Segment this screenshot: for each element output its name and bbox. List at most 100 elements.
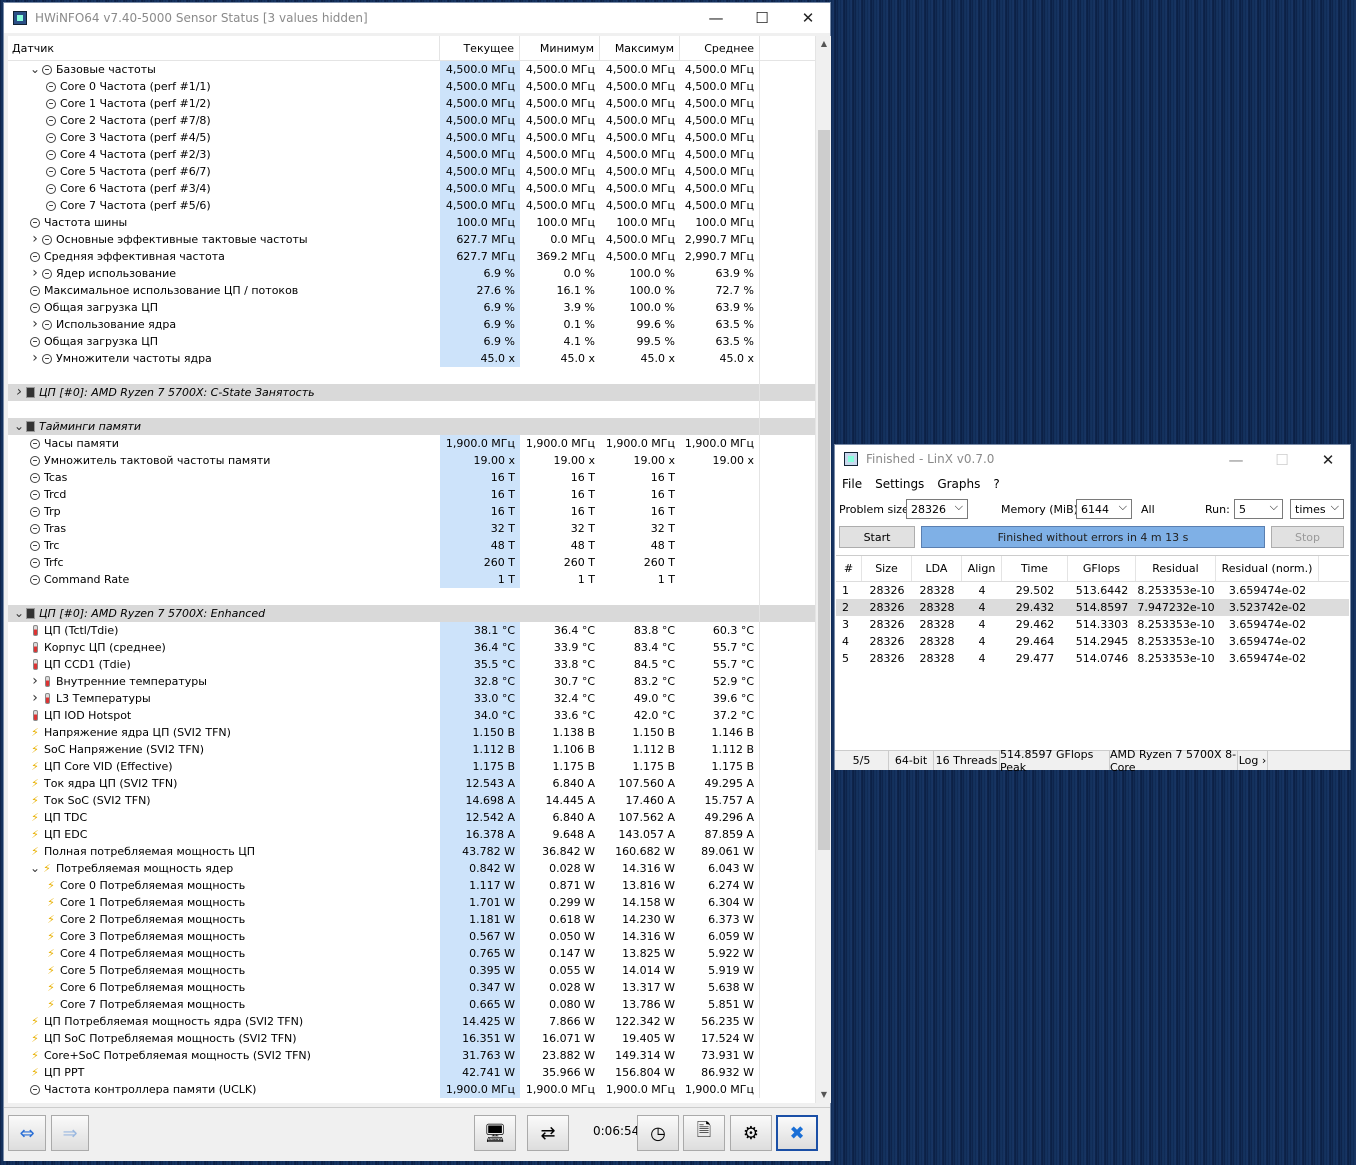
sensor-row[interactable]: ⚡ Ток ядра ЦП (SVI2 TFN) 12.543 A 6.840 A 10… [8,775,815,792]
results-table[interactable]: # Size LDA Align Time GFlops Residual Residual … [836,555,1349,751]
col-header-sensor[interactable]: Датчик [8,36,440,60]
sensor-row[interactable]: › Основные эффективные тактовые частоты 62… [8,231,815,248]
sensor-row[interactable]: Trp 16 T 16 T 16 T [8,503,815,520]
sensor-row[interactable]: Часы памяти 1,900.0 МГц 1,900.0 МГц 1,900.0… [8,435,815,452]
sensor-row[interactable]: Корпус ЦП (среднее) 36.4 °C 33.9 °C 83.4 °C… [8,639,815,656]
sensor-row[interactable]: ⚡ ЦП Core VID (Effective) 1.175 В 1.175 В 1.… [8,758,815,775]
close-app-icon[interactable]: ✖ [776,1115,818,1151]
minimize-button[interactable]: — [693,3,739,33]
sensor-row[interactable]: ЦП (Tctl/Tdie) 38.1 °C 36.4 °C 83.8 °C 60.3 … [8,622,815,639]
linx-minimize-button[interactable]: — [1213,445,1259,475]
sensor-row[interactable]: Core 0 Частота (perf #1/1) 4,500.0 МГц 4,5… [8,78,815,95]
sensor-row[interactable]: ⚡ Core 4 Потребляемая мощность 0.765 W 0.14… [8,945,815,962]
nav-arrows-disabled-icon[interactable]: ⇒ [51,1115,89,1151]
expand-chevron-icon[interactable]: › [28,690,42,707]
sensor-row[interactable]: ⚡ Core 3 Потребляемая мощность 0.567 W 0.05… [8,928,815,945]
sensor-row[interactable]: › L3 Температуры 33.0 °C 32.4 °C 49.0 °C 39.6… [8,690,815,707]
collapse-chevron-icon[interactable]: ⌄ [28,860,42,877]
results-col-header[interactable]: GFlops [1068,556,1136,581]
collapse-chevron-icon[interactable]: ⌄ [28,61,42,78]
menu-help[interactable]: ? [993,477,999,491]
linx-maximize-button[interactable]: ☐ [1259,445,1305,475]
sensor-group-row[interactable]: ⌄ ЦП [#0]: AMD Ryzen 7 5700X: Enhanced [8,605,815,622]
sensor-row[interactable]: › Внутренние температуры 32.8 °C 30.7 °C 83.… [8,673,815,690]
results-col-header[interactable]: Residual [1136,556,1216,581]
sensor-row[interactable]: ⚡ Ток SoC (SVI2 TFN) 14.698 A 14.445 A 17.46… [8,792,815,809]
sensor-row[interactable]: ⚡ ЦП TDC 12.542 A 6.840 A 107.562 A 49.296 A [8,809,815,826]
clock-reset-icon[interactable]: ◷ [637,1115,679,1151]
sensor-row[interactable]: Command Rate 1 T 1 T 1 T [8,571,815,588]
results-col-header[interactable]: Time [1002,556,1068,581]
sensor-row[interactable]: ⚡ Core 0 Потребляемая мощность 1.117 W 0.87… [8,877,815,894]
collapse-chevron-icon[interactable]: ⌄ [12,418,26,435]
expand-chevron-icon[interactable]: › [28,265,42,282]
results-col-header[interactable]: LDA [912,556,962,581]
sensor-row[interactable]: ⚡ ЦП Потребляемая мощность ядра (SVI2 TFN… [8,1013,815,1030]
results-row[interactable]: 4 28326 28328 4 29.464 514.2945 8.253353e-10 3.… [836,633,1349,650]
expand-chevron-icon[interactable]: › [28,673,42,690]
collapse-chevron-icon[interactable]: ⌄ [12,605,26,622]
scroll-up-icon[interactable]: ▲ [816,36,832,52]
menu-graphs[interactable]: Graphs [937,477,980,491]
results-col-header[interactable]: # [836,556,862,581]
sensor-row[interactable]: Core 3 Частота (perf #4/5) 4,500.0 МГц 4,5… [8,129,815,146]
sensor-row[interactable]: Core 2 Частота (perf #7/8) 4,500.0 МГц 4,5… [8,112,815,129]
sensor-row[interactable]: ⌄ Базовые частоты 4,500.0 МГц 4,500.0 МГц 4,… [8,61,815,78]
status-segment[interactable]: Log › [1238,751,1268,770]
sensor-row[interactable]: Общая загрузка ЦП 6.9 % 3.9 % 100.0 % 63.9 % [8,299,815,316]
results-row[interactable]: 1 28326 28328 4 29.502 513.6442 8.253353e-10 3.… [836,582,1349,599]
sensor-row[interactable]: Core 1 Частота (perf #1/2) 4,500.0 МГц 4,5… [8,95,815,112]
col-header-min[interactable]: Минимум [520,36,600,60]
linx-close-button[interactable]: ✕ [1305,445,1351,475]
sensor-row[interactable]: ЦП CCD1 (Tdie) 35.5 °C 33.8 °C 84.5 °C 55.7 … [8,656,815,673]
sensor-row[interactable]: › Ядер использование 6.9 % 0.0 % 100.0 % 63.9… [8,265,815,282]
expand-chevron-icon[interactable]: › [28,231,42,248]
vertical-scrollbar[interactable]: ▲ ▼ [815,36,831,1103]
expand-chevron-icon[interactable]: › [28,316,42,333]
log-add-icon[interactable]: 🗎 [683,1115,725,1151]
linx-titlebar[interactable]: Finished - LinX v0.7.0 — ☐ ✕ [835,445,1350,473]
run-select[interactable]: 5 [1234,499,1283,519]
sensor-row[interactable]: ⚡ ЦП EDC 16.378 A 9.648 A 143.057 A 87.859 A [8,826,815,843]
results-row[interactable]: 3 28326 28328 4 29.462 514.3303 8.253353e-10 3.… [836,616,1349,633]
expand-chevron-icon[interactable]: › [28,350,42,367]
sensor-row[interactable]: Trfc 260 T 260 T 260 T [8,554,815,571]
sensor-row[interactable]: Tcas 16 T 16 T 16 T [8,469,815,486]
sensor-row[interactable]: Tras 32 T 32 T 32 T [8,520,815,537]
sensor-row[interactable]: ⚡ Core 5 Потребляемая мощность 0.395 W 0.05… [8,962,815,979]
all-label[interactable]: All [1141,503,1155,516]
sensor-row[interactable]: › Использование ядра 6.9 % 0.1 % 99.6 % 63.5 … [8,316,815,333]
sensor-group-row[interactable]: ⌄ Тайминги памяти [8,418,815,435]
close-button[interactable]: ✕ [785,3,831,33]
sensor-row[interactable]: ⚡ Core+SoC Потребляемая мощность (SVI2 TF… [8,1047,815,1064]
sensor-row[interactable]: ⚡ Полная потребляемая мощность ЦП 43.782 W… [8,843,815,860]
sensor-row[interactable]: Trcd 16 T 16 T 16 T [8,486,815,503]
sensor-row[interactable]: Trc 48 T 48 T 48 T [8,537,815,554]
col-header-current[interactable]: Текущее [440,36,520,60]
sensor-row[interactable]: Умножитель тактовой частоты памяти 19.00 … [8,452,815,469]
sensor-row[interactable]: ⚡ Core 1 Потребляемая мощность 1.701 W 0.29… [8,894,815,911]
results-col-header[interactable]: Residual (norm.) [1216,556,1319,581]
scroll-thumb[interactable] [818,130,830,850]
results-row[interactable]: 5 28326 28328 4 29.477 514.0746 8.253353e-10 3.… [836,650,1349,667]
sensor-row[interactable]: ⚡ ЦП SoC Потребляемая мощность (SVI2 TFN)… [8,1030,815,1047]
sensor-row[interactable]: Средняя эффективная частота 627.7 МГц 369.… [8,248,815,265]
sensor-row[interactable]: Общая загрузка ЦП 6.9 % 4.1 % 99.5 % 63.5 % [8,333,815,350]
sensor-row[interactable]: Core 4 Частота (perf #2/3) 4,500.0 МГц 4,5… [8,146,815,163]
col-header-max[interactable]: Максимум [600,36,680,60]
hwinfo-titlebar[interactable]: HWiNFO64 v7.40-5000 Sensor Status [3 val… [4,3,830,33]
menu-settings[interactable]: Settings [875,477,924,491]
sensor-row[interactable]: ЦП IOD Hotspot 34.0 °C 33.6 °C 42.0 °C 37.2 … [8,707,815,724]
menu-file[interactable]: File [842,477,862,491]
stop-button[interactable]: Stop [1271,526,1344,548]
start-button[interactable]: Start [839,526,915,548]
sensor-row[interactable]: ⚡ Напряжение ядра ЦП (SVI2 TFN) 1.150 В 1.1… [8,724,815,741]
sensor-row[interactable]: ⚡ Core 7 Потребляемая мощность 0.665 W 0.08… [8,996,815,1013]
sensor-row[interactable]: ⚡ Core 2 Потребляемая мощность 1.181 W 0.61… [8,911,815,928]
connect-icon[interactable]: ⇄ [527,1115,569,1151]
sensor-row[interactable]: Максимальное использование ЦП / потоков 2… [8,282,815,299]
results-col-header[interactable]: Size [862,556,912,581]
results-col-header[interactable]: Align [962,556,1002,581]
network-icon[interactable]: 🖥 [474,1115,516,1151]
scroll-down-icon[interactable]: ▼ [816,1087,832,1103]
